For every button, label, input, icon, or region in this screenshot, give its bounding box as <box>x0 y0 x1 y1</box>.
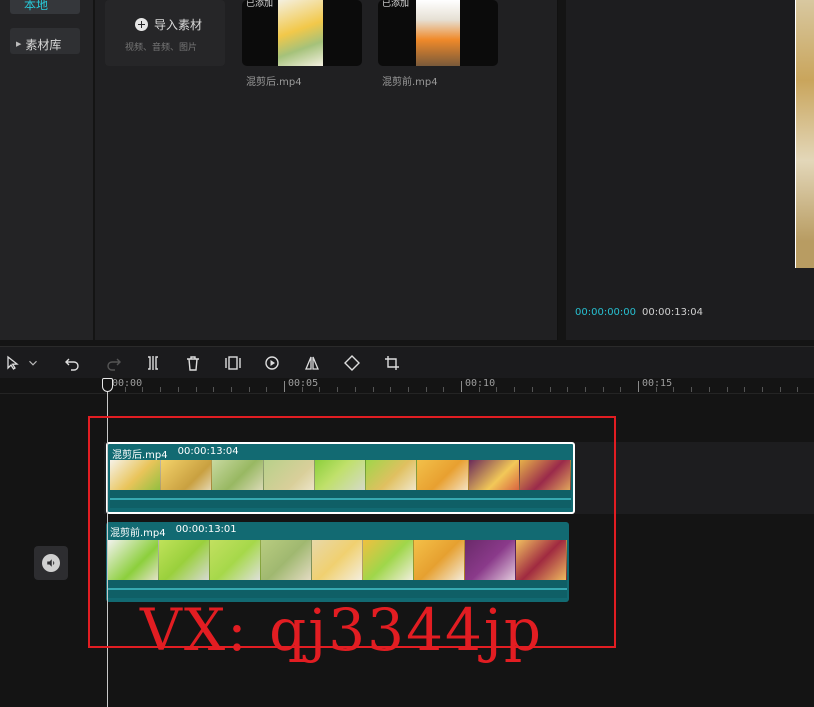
undo-icon <box>65 358 79 371</box>
playhead-handle[interactable] <box>102 378 113 392</box>
left-nav: 本地 ▶ 素材库 <box>0 0 93 340</box>
ruler-label: 00:05 <box>288 378 319 389</box>
ruler-tick <box>231 387 232 392</box>
ruler-tick <box>390 387 391 392</box>
ruler-tick <box>585 387 586 392</box>
caret-right-icon: ▶ <box>16 40 22 48</box>
select-dropdown[interactable] <box>26 354 40 372</box>
timeline-ruler[interactable]: 00:00 00:05 00:10 00:15 <box>0 378 814 394</box>
crop-button[interactable] <box>383 354 401 372</box>
ruler-tick <box>249 387 250 392</box>
undo-button[interactable] <box>63 354 81 372</box>
import-hint: 视频、音频、图片 <box>125 43 198 53</box>
ruler-label: 00:15 <box>642 378 673 389</box>
select-tool-button[interactable] <box>4 354 22 372</box>
media-filename: 混剪后.mp4 <box>246 77 302 88</box>
nav-local[interactable]: 本地 <box>10 0 80 14</box>
rotate-icon <box>344 355 360 371</box>
ruler-tick <box>461 381 462 392</box>
speaker-icon <box>42 554 60 572</box>
ruler-tick <box>142 387 143 392</box>
ruler-tick <box>727 387 728 392</box>
redo-icon <box>107 358 121 371</box>
ruler-tick <box>213 387 214 392</box>
ruler-tick <box>691 387 692 392</box>
select-icon <box>7 355 19 370</box>
ruler-tick <box>337 387 338 392</box>
crop-icon <box>385 356 399 370</box>
ruler-tick <box>284 381 285 392</box>
current-time: 00:00:00:00 <box>575 307 637 318</box>
ruler-label: 00:10 <box>465 378 496 389</box>
ruler-tick <box>762 387 763 392</box>
trash-icon <box>187 356 199 371</box>
ruler-tick <box>496 387 497 392</box>
media-panel: 导入素材 视频、音频、图片 已添加 混剪后.mp4 已添加 混剪前.mp4 <box>95 0 558 340</box>
split-icon <box>148 356 158 370</box>
nav-material-library[interactable]: ▶ 素材库 <box>10 28 80 54</box>
thumbnail-tag: 已添加 <box>246 0 274 9</box>
preview-player: 00:00:00:00 00:00:13:04 <box>566 0 814 340</box>
ruler-tick <box>160 387 161 392</box>
track-audio-button[interactable] <box>34 546 68 580</box>
mirror-icon <box>305 356 319 370</box>
ruler-tick <box>744 387 745 392</box>
plus-icon <box>135 18 148 31</box>
ruler-tick <box>514 387 515 392</box>
ruler-tick <box>709 387 710 392</box>
ruler-tick <box>196 387 197 392</box>
chevron-down-icon <box>29 360 37 366</box>
ruler-tick <box>797 387 798 392</box>
thumbnail-frame <box>278 0 323 66</box>
ruler-tick <box>780 387 781 392</box>
ruler-tick <box>319 387 320 392</box>
freeze-frame-button[interactable] <box>224 354 242 372</box>
ruler-tick <box>355 387 356 392</box>
ruler-tick <box>532 387 533 392</box>
rotate-button[interactable] <box>343 354 361 372</box>
thumbnail-tag: 已添加 <box>382 0 410 9</box>
thumbnail-frame <box>416 0 460 66</box>
ruler-tick <box>373 387 374 392</box>
import-label: 导入素材 <box>154 18 203 32</box>
ruler-tick <box>550 387 551 392</box>
watermark-text: VX: qj3344jp <box>140 596 543 664</box>
ruler-tick <box>620 387 621 392</box>
ruler-tick <box>603 387 604 392</box>
total-time: 00:00:13:04 <box>642 307 704 318</box>
media-thumbnail[interactable]: 已添加 <box>378 0 498 66</box>
redo-button[interactable] <box>105 354 123 372</box>
timeline-toolbar <box>0 346 814 378</box>
ruler-tick <box>443 387 444 392</box>
nav-library-label: 素材库 <box>25 37 62 52</box>
ruler-tick <box>673 387 674 392</box>
media-filename: 混剪前.mp4 <box>382 77 438 88</box>
ruler-tick <box>266 387 267 392</box>
import-media-button[interactable]: 导入素材 视频、音频、图片 <box>105 0 225 66</box>
player-timecode: 00:00:00:00 00:00:13:04 <box>575 307 703 318</box>
preview-frame <box>795 0 814 268</box>
play-circle-icon <box>265 356 279 370</box>
ruler-tick <box>178 387 179 392</box>
ruler-tick <box>567 387 568 392</box>
delete-button[interactable] <box>184 354 202 372</box>
speed-button[interactable] <box>263 354 281 372</box>
ruler-tick <box>426 387 427 392</box>
mirror-button[interactable] <box>303 354 321 372</box>
ruler-label: 00:00 <box>112 378 143 389</box>
freeze-frame-icon <box>225 356 241 370</box>
split-button[interactable] <box>144 354 162 372</box>
nav-local-label: 本地 <box>24 0 49 12</box>
ruler-tick <box>408 387 409 392</box>
media-thumbnail[interactable]: 已添加 <box>242 0 362 66</box>
ruler-tick <box>638 381 639 392</box>
